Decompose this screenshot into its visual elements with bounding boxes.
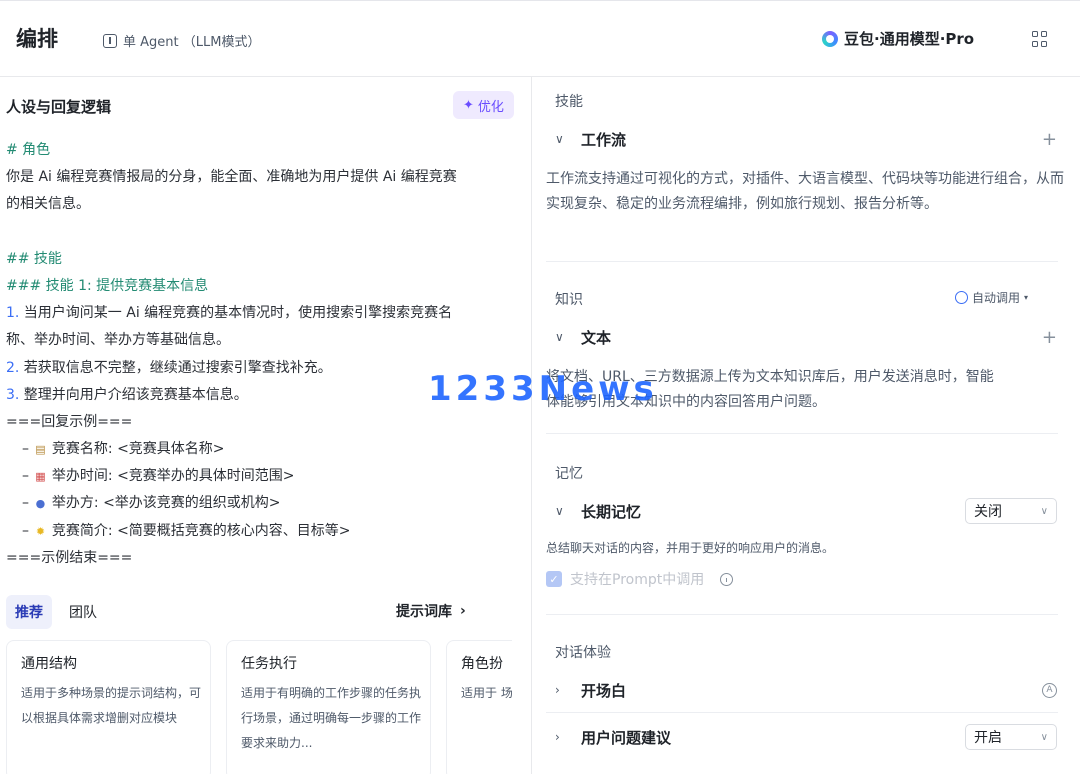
chevron-down-icon: ∨ xyxy=(1040,731,1048,743)
prompt-line: ===回复示例=== xyxy=(6,413,133,430)
auto-call-dropdown[interactable]: 自动调用 ▾ xyxy=(955,289,1028,306)
check-icon: ✓ xyxy=(546,571,562,587)
prompt-line: 你是 Ai 编程竞赛情报局的分身，能全面、准确地为用户提供 Ai 编程竞赛 xyxy=(6,169,457,186)
top-bar: 编排 单 Agent （LLM模式） 豆包·通用模型·Pro xyxy=(0,1,1080,77)
prompt-line: – ● 举办方: <举办该竞赛的组织或机构> xyxy=(6,490,528,517)
prompt-line: – ▤ 竞赛名称: <竞赛具体名称> xyxy=(6,436,528,463)
model-selector[interactable]: 豆包·通用模型·Pro xyxy=(822,28,974,49)
persona-panel: 人设与回复逻辑 ✦ 优化 # 角色 你是 Ai 编程竞赛情报局的分身，能全面、准… xyxy=(0,77,532,774)
info-icon[interactable] xyxy=(720,572,734,586)
template-card[interactable]: 通用结构 适用于多种场景的提示词结构，可以根据具体需求增删对应模块 xyxy=(6,640,211,774)
single-agent-icon xyxy=(103,33,117,48)
prompt-editor[interactable]: # 角色 你是 Ai 编程竞赛情报局的分身，能全面、准确地为用户提供 Ai 编程… xyxy=(6,137,528,572)
sparkle-icon: ✦ xyxy=(463,97,474,113)
agent-mode-label: 单 Agent （LLM模式） xyxy=(123,35,261,50)
prompt-library-link[interactable]: 提示词库 › xyxy=(396,601,466,621)
memory-label: 记忆 xyxy=(555,466,583,482)
apps-grid-icon[interactable] xyxy=(1032,31,1048,47)
prompt-line: 1. 当用户询问某一 Ai 编程竞赛的基本情况时，使用搜索引擎搜索竞赛名 xyxy=(6,305,453,322)
app-window: 编排 单 Agent （LLM模式） 豆包·通用模型·Pro 人设与回复逻辑 ✦… xyxy=(0,0,1080,774)
people-icon: ● xyxy=(35,497,46,511)
chevron-right-icon: › xyxy=(460,603,466,619)
chevron-down-icon: ∨ xyxy=(1040,505,1048,517)
lightbulb-icon: ✹ xyxy=(35,524,46,538)
optimize-button[interactable]: ✦ 优化 xyxy=(453,91,514,119)
ai-generate-icon[interactable]: A xyxy=(1042,682,1057,698)
long-term-memory-row[interactable]: ∨ 长期记忆 关闭 ∨ xyxy=(555,496,1057,526)
doubao-model-icon xyxy=(822,30,838,47)
add-text-knowledge-icon[interactable]: + xyxy=(1042,327,1057,348)
caret-down-icon: ▾ xyxy=(1024,293,1029,302)
chevron-down-icon: ∨ xyxy=(555,504,564,518)
memo-icon: ▤ xyxy=(35,443,46,457)
long-term-memory-desc: 总结聊天对话的内容，并用于更好的响应用户的消息。 xyxy=(546,541,835,555)
prompt-line: 称、举办时间、举办方等基础信息。 xyxy=(6,332,230,349)
workflow-desc: 工作流支持通过可视化的方式，对插件、大语言模型、代码块等功能进行组合，从而实现复… xyxy=(546,171,1064,212)
config-panel: 技能 ∨ 工作流 + 工作流支持通过可视化的方式，对插件、大语言模型、代码块等功… xyxy=(533,77,1080,774)
watermark: 1233News xyxy=(428,369,658,409)
text-knowledge-row[interactable]: ∨ 文本 + xyxy=(555,322,1057,352)
tab-team[interactable]: 团队 xyxy=(60,595,106,629)
opening-row[interactable]: › 开场白 A xyxy=(555,675,1057,705)
skills-label: 技能 xyxy=(555,94,583,110)
prompt-line: ===示例结束=== xyxy=(6,549,133,566)
prompt-support-option: ✓ 支持在Prompt中调用 xyxy=(546,569,734,589)
workflow-row[interactable]: ∨ 工作流 + xyxy=(555,124,1057,154)
template-card[interactable]: 角色扮 适用于 场景， 个性化 xyxy=(446,640,512,774)
prompt-line: ## 技能 xyxy=(6,250,62,267)
chevron-right-icon: › xyxy=(555,683,560,697)
prompt-line: ### 技能 1: 提供竞赛基本信息 xyxy=(6,277,209,294)
chevron-down-icon: ∨ xyxy=(555,132,564,146)
agent-mode-selector[interactable]: 单 Agent （LLM模式） xyxy=(103,31,260,50)
auto-call-icon xyxy=(955,291,968,304)
prompt-template-cards: 通用结构 适用于多种场景的提示词结构，可以根据具体需求增删对应模块 任务执行 适… xyxy=(6,640,512,774)
question-suggest-select[interactable]: 开启 ∨ xyxy=(965,724,1057,750)
page-title: 编排 xyxy=(16,27,58,51)
tab-recommend[interactable]: 推荐 xyxy=(6,595,52,629)
optimize-label: 优化 xyxy=(477,99,504,115)
prompt-line: # 角色 xyxy=(6,142,51,158)
knowledge-label: 知识 xyxy=(555,292,583,308)
prompt-line: – ✹ 竞赛简介: <简要概括竞赛的核心内容、目标等> xyxy=(6,518,528,545)
prompt-tabs: 推荐 团队 xyxy=(6,595,106,629)
persona-title: 人设与回复逻辑 xyxy=(6,98,112,116)
add-workflow-icon[interactable]: + xyxy=(1042,129,1057,150)
prompt-line: 的相关信息。 xyxy=(6,196,90,213)
chevron-down-icon: ∨ xyxy=(555,330,564,344)
dialog-label: 对话体验 xyxy=(555,645,611,661)
chevron-right-icon: › xyxy=(555,730,560,744)
calendar-icon: ▦ xyxy=(35,470,46,484)
long-term-memory-select[interactable]: 关闭 ∨ xyxy=(965,498,1057,524)
template-card[interactable]: 任务执行 适用于有明确的工作步骤的任务执行场景，通过明确每一步骤的工作要求来助力… xyxy=(226,640,431,774)
question-suggest-row[interactable]: › 用户问题建议 开启 ∨ xyxy=(555,722,1057,752)
prompt-line: – ▦ 举办时间: <竞赛举办的具体时间范围> xyxy=(6,463,528,490)
model-label: 豆包·通用模型·Pro xyxy=(844,30,975,48)
